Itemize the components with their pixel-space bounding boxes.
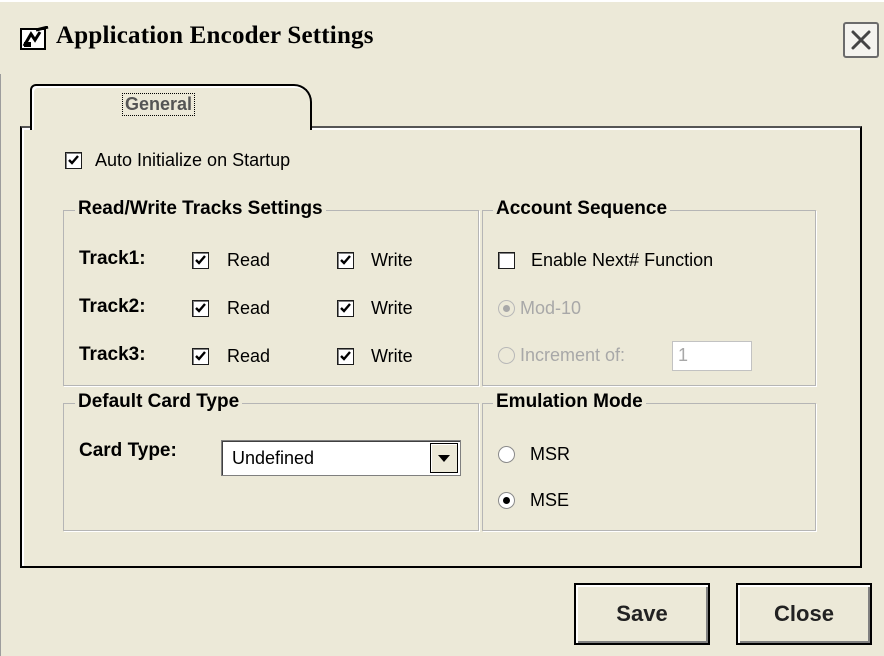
track2-write-checkbox[interactable] <box>337 300 354 317</box>
checkmark-icon <box>340 351 351 361</box>
mod10-radio[interactable] <box>498 300 515 317</box>
track3-label: Track3: <box>79 344 146 365</box>
track2-write-label[interactable]: Write <box>371 298 413 319</box>
msr-radio[interactable] <box>498 446 515 463</box>
close-button[interactable]: Close <box>736 583 872 645</box>
increment-label[interactable]: Increment of: <box>520 345 625 366</box>
increment-radio[interactable] <box>498 347 515 364</box>
msr-label[interactable]: MSR <box>530 444 570 465</box>
track2-read-label[interactable]: Read <box>227 298 270 319</box>
track3-write-label[interactable]: Write <box>371 346 413 367</box>
checkmark-icon <box>195 303 206 313</box>
encoder-app-icon <box>20 26 49 50</box>
track3-read-label[interactable]: Read <box>227 346 270 367</box>
track1-write-checkbox[interactable] <box>337 252 354 269</box>
card-type-dropdown-button[interactable] <box>430 443 458 473</box>
track3-write-checkbox[interactable] <box>337 348 354 365</box>
enable-next-checkbox[interactable] <box>498 252 515 269</box>
mse-radio[interactable] <box>498 492 515 509</box>
account-sequence-title: Account Sequence <box>493 198 671 220</box>
card-type-select[interactable]: Undefined <box>221 440 461 476</box>
settings-dialog: Application Encoder Settings General Aut… <box>0 0 884 656</box>
card-type-value: Undefined <box>232 448 315 468</box>
track2-label: Track2: <box>79 296 146 317</box>
track1-read-label[interactable]: Read <box>227 250 270 271</box>
card-type-label: Card Type: <box>79 440 177 461</box>
tracks-group-title: Read/Write Tracks Settings <box>75 198 326 220</box>
track1-write-label[interactable]: Write <box>371 250 413 271</box>
window-title: Application Encoder Settings <box>56 22 374 49</box>
window-frame <box>0 74 7 656</box>
enable-next-label[interactable]: Enable Next# Function <box>531 250 713 271</box>
close-icon <box>851 30 871 50</box>
tab-general-label[interactable]: General <box>122 93 196 116</box>
checkmark-icon <box>195 351 206 361</box>
mse-label[interactable]: MSE <box>530 490 569 511</box>
save-button[interactable]: Save <box>574 583 710 645</box>
track2-read-checkbox[interactable] <box>192 300 209 317</box>
checkmark-icon <box>68 155 79 165</box>
emulation-mode-title: Emulation Mode <box>493 391 646 413</box>
track1-read-checkbox[interactable] <box>192 252 209 269</box>
card-type-group-title: Default Card Type <box>75 391 243 413</box>
auto-initialize-label[interactable]: Auto Initialize on Startup <box>95 150 290 171</box>
checkmark-icon <box>340 303 351 313</box>
mod10-label[interactable]: Mod-10 <box>520 298 581 319</box>
track1-label: Track1: <box>79 248 146 269</box>
auto-initialize-checkbox[interactable] <box>65 152 82 169</box>
close-window-button[interactable] <box>843 22 879 58</box>
chevron-down-icon <box>438 455 450 462</box>
checkmark-icon <box>340 255 351 265</box>
emulation-mode-group <box>482 403 816 531</box>
title-bar[interactable]: Application Encoder Settings <box>0 0 884 74</box>
track3-read-checkbox[interactable] <box>192 348 209 365</box>
increment-input[interactable]: 1 <box>672 341 752 371</box>
checkmark-icon <box>195 255 206 265</box>
